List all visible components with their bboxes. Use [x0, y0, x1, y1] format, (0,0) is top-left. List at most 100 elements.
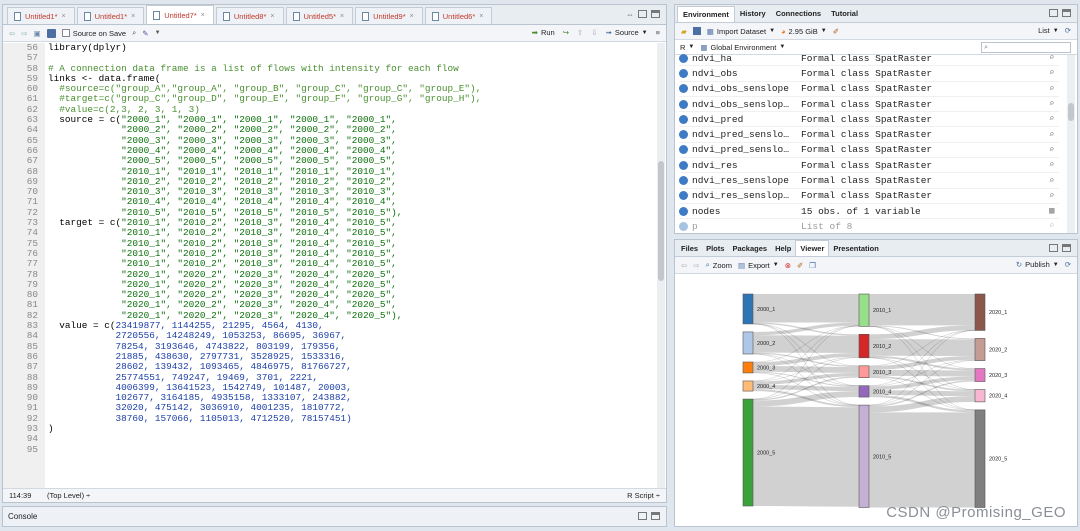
- export-button[interactable]: ▤ Export ▼: [738, 261, 779, 270]
- env-scrollbar[interactable]: [1067, 55, 1075, 233]
- save-icon[interactable]: [692, 27, 701, 35]
- zoom-button[interactable]: ⌕ Zoom: [706, 260, 732, 270]
- env-object-row[interactable]: ndvi_obs Formal class SpatRaster ⌕: [679, 66, 1059, 82]
- minimize-pane-icon[interactable]: [638, 512, 647, 520]
- sankey-node[interactable]: [858, 293, 870, 327]
- env-object-row[interactable]: ndvi_ha Formal class SpatRaster ⌕: [679, 51, 1059, 67]
- editor-tab[interactable]: Untitled9* ×: [355, 7, 423, 24]
- checkbox-icon[interactable]: [61, 29, 70, 37]
- expand-icon[interactable]: [679, 68, 688, 78]
- search-icon[interactable]: ⌕: [132, 28, 136, 38]
- sankey-node[interactable]: [974, 409, 986, 508]
- new-window-icon[interactable]: ❐: [809, 261, 816, 270]
- view-table-icon[interactable]: ▦: [1049, 206, 1059, 216]
- sankey-node[interactable]: [858, 404, 870, 508]
- search-icon[interactable]: ⌕: [1049, 130, 1059, 140]
- file-type-selector[interactable]: R Script ÷: [627, 491, 666, 500]
- search-icon[interactable]: ⌕: [1049, 68, 1059, 78]
- tab-help[interactable]: Help: [771, 241, 795, 256]
- expand-icon[interactable]: [679, 145, 688, 155]
- clear-icon[interactable]: ⊗: [785, 261, 791, 270]
- search-icon[interactable]: ⌕: [1049, 221, 1059, 231]
- save-icon[interactable]: [46, 28, 56, 38]
- sankey-node[interactable]: [742, 293, 754, 325]
- minimize-pane-icon[interactable]: [638, 10, 647, 18]
- code-lines[interactable]: library(dplyr) # A connection data frame …: [48, 42, 656, 455]
- expand-icon[interactable]: [679, 84, 688, 94]
- broom-icon[interactable]: ✐: [797, 261, 803, 270]
- env-object-row[interactable]: ndvi_res Formal class SpatRaster ⌕: [679, 158, 1059, 174]
- back-arrow-icon[interactable]: ⇦: [9, 29, 15, 38]
- close-icon[interactable]: ×: [62, 13, 66, 20]
- env-object-row[interactable]: ndvi_obs_senslop… Formal class SpatRaster…: [679, 97, 1059, 113]
- search-icon[interactable]: ⌕: [1049, 145, 1059, 155]
- forward-arrow-icon[interactable]: ⇨: [21, 29, 27, 38]
- tab-tutorial[interactable]: Tutorial: [826, 6, 863, 21]
- close-icon[interactable]: ×: [479, 13, 483, 20]
- tab-files[interactable]: Files: [677, 241, 702, 256]
- minimize-pane-icon[interactable]: [1049, 9, 1058, 17]
- env-object-row[interactable]: ndvi_pred_senslo… Formal class SpatRaster…: [679, 128, 1059, 143]
- sankey-link[interactable]: [868, 376, 976, 391]
- console-label[interactable]: Console: [8, 512, 37, 521]
- sankey-node[interactable]: [858, 334, 870, 359]
- sankey-node[interactable]: [858, 385, 870, 398]
- sankey-node[interactable]: [858, 365, 870, 379]
- sankey-node[interactable]: [742, 380, 754, 392]
- env-object-row[interactable]: ndvi_pred_senslo… Formal class SpatRaster…: [679, 143, 1059, 159]
- wand-icon[interactable]: ✎: [142, 29, 148, 38]
- run-button[interactable]: ➡ Run: [532, 28, 555, 37]
- editor-tab[interactable]: Untitled8* ×: [215, 7, 284, 24]
- source-button[interactable]: ➟ Source ▼: [606, 28, 648, 37]
- expand-icon[interactable]: [679, 114, 688, 124]
- search-icon[interactable]: ⌕: [1049, 114, 1059, 124]
- code-line[interactable]: [48, 445, 656, 455]
- close-icon[interactable]: ×: [201, 12, 205, 19]
- go-down-icon[interactable]: ⇩: [591, 28, 597, 37]
- editor-tab[interactable]: Untitled1* ×: [7, 7, 75, 24]
- go-up-icon[interactable]: ⇧: [577, 28, 583, 37]
- minimize-pane-icon[interactable]: [1049, 244, 1058, 252]
- maximize-pane-icon[interactable]: [651, 512, 660, 520]
- search-icon[interactable]: ⌕: [1049, 99, 1059, 109]
- editor-scrollbar[interactable]: [657, 43, 665, 496]
- expand-icon[interactable]: [679, 53, 688, 63]
- search-icon[interactable]: ⌕: [1049, 160, 1059, 170]
- tab-plots[interactable]: Plots: [702, 241, 728, 256]
- sankey-node[interactable]: [974, 368, 986, 382]
- maximize-pane-icon[interactable]: [651, 10, 660, 18]
- search-icon[interactable]: ⌕: [1049, 53, 1059, 63]
- open-folder-icon[interactable]: ▰: [681, 27, 687, 36]
- editor-scroll-thumb[interactable]: [658, 161, 664, 281]
- sankey-node[interactable]: [742, 331, 754, 355]
- maximize-pane-icon[interactable]: [1062, 244, 1071, 252]
- env-scroll-thumb[interactable]: [1068, 103, 1074, 121]
- broom-icon[interactable]: ✐: [833, 27, 839, 36]
- tab-presentation[interactable]: Presentation: [829, 241, 882, 256]
- expand-icon[interactable]: [679, 191, 688, 201]
- code-editor[interactable]: 56 57 58 59 60 61 62 63 64 65 66 67 68 69 70 71 72 73 74 75…: [3, 42, 666, 500]
- outline-icon[interactable]: ≡: [656, 28, 660, 37]
- editor-tab[interactable]: Untitled5* ×: [285, 7, 354, 24]
- expand-icon[interactable]: [679, 206, 688, 216]
- refresh-icon[interactable]: ⟳: [1065, 26, 1071, 35]
- sankey-node[interactable]: [974, 389, 986, 403]
- publish-button[interactable]: ↻ Publish ▼: [1016, 260, 1059, 269]
- tab-environment[interactable]: Environment: [677, 5, 735, 22]
- back-arrow-icon[interactable]: ⇦: [681, 261, 687, 270]
- search-icon[interactable]: ⌕: [1049, 191, 1059, 201]
- close-icon[interactable]: ×: [270, 13, 274, 20]
- env-object-row[interactable]: p List of 8 ⌕: [679, 219, 1059, 234]
- search-icon[interactable]: ⌕: [1049, 176, 1059, 186]
- tab-packages[interactable]: Packages: [728, 241, 771, 256]
- expand-icon[interactable]: [679, 221, 688, 231]
- code-line[interactable]: 38760, 157066, 1105013, 4712520, 7815745…: [48, 413, 656, 424]
- import-dataset-button[interactable]: ▦ Import Dataset ▼: [707, 27, 775, 36]
- sankey-node[interactable]: [974, 293, 986, 331]
- env-object-row[interactable]: nodes 15 obs. of 1 variable ▦: [679, 204, 1059, 220]
- code-line[interactable]: [48, 434, 656, 444]
- source-on-save-toggle[interactable]: Source on Save: [61, 29, 126, 38]
- env-object-row[interactable]: ndvi_pred Formal class SpatRaster ⌕: [679, 112, 1059, 128]
- expand-icon[interactable]: [679, 130, 688, 140]
- code-line[interactable]: library(dplyr): [48, 42, 656, 53]
